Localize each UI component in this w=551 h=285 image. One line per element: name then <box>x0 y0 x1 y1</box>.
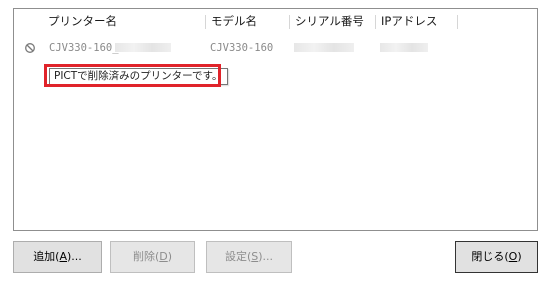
close-button-label: 閉じる( <box>471 250 509 263</box>
redacted-ip-address <box>380 43 428 52</box>
model-name-cell: CJV330-160 <box>210 42 274 54</box>
printer-name-cell: CJV330-160_ <box>49 42 119 54</box>
column-separator[interactable] <box>457 15 458 29</box>
column-header-printer-name[interactable]: プリンター名 <box>44 13 204 33</box>
add-button-suffix: )... <box>67 250 82 263</box>
redacted-serial-number <box>294 43 354 52</box>
column-separator[interactable] <box>375 15 376 29</box>
add-button[interactable]: 追加(A)... <box>13 241 102 273</box>
delete-button[interactable]: 削除(D) <box>110 241 195 273</box>
printer-list-dialog: プリンター名 モデル名 シリアル番号 IPアドレス CJV330-160_ CJ… <box>0 0 551 285</box>
delete-button-suffix: ) <box>167 250 173 263</box>
delete-button-mnemonic: D <box>159 250 168 263</box>
redacted-printer-name <box>115 43 171 52</box>
highlight-box <box>44 64 221 87</box>
close-button-suffix: ) <box>517 250 522 263</box>
column-header-model-name[interactable]: モデル名 <box>207 13 292 33</box>
list-header: プリンター名 モデル名 シリアル番号 IPアドレス <box>14 9 537 33</box>
add-button-mnemonic: A <box>59 250 68 263</box>
settings-button[interactable]: 設定(S)... <box>206 241 292 273</box>
settings-button-suffix: )... <box>258 250 274 263</box>
delete-button-label: 削除( <box>132 250 160 263</box>
add-button-label: 追加( <box>33 250 60 263</box>
column-header-ip-address[interactable]: IPアドレス <box>377 13 457 33</box>
table-row[interactable]: CJV330-160_ CJV330-160 <box>14 39 537 57</box>
column-separator[interactable] <box>205 15 206 29</box>
close-button[interactable]: 閉じる(O) <box>455 241 538 273</box>
printer-list[interactable]: プリンター名 モデル名 シリアル番号 IPアドレス CJV330-160_ CJ… <box>13 8 538 231</box>
settings-button-label: 設定( <box>224 250 252 263</box>
column-header-serial-number[interactable]: シリアル番号 <box>291 13 376 33</box>
column-separator[interactable] <box>289 15 290 29</box>
